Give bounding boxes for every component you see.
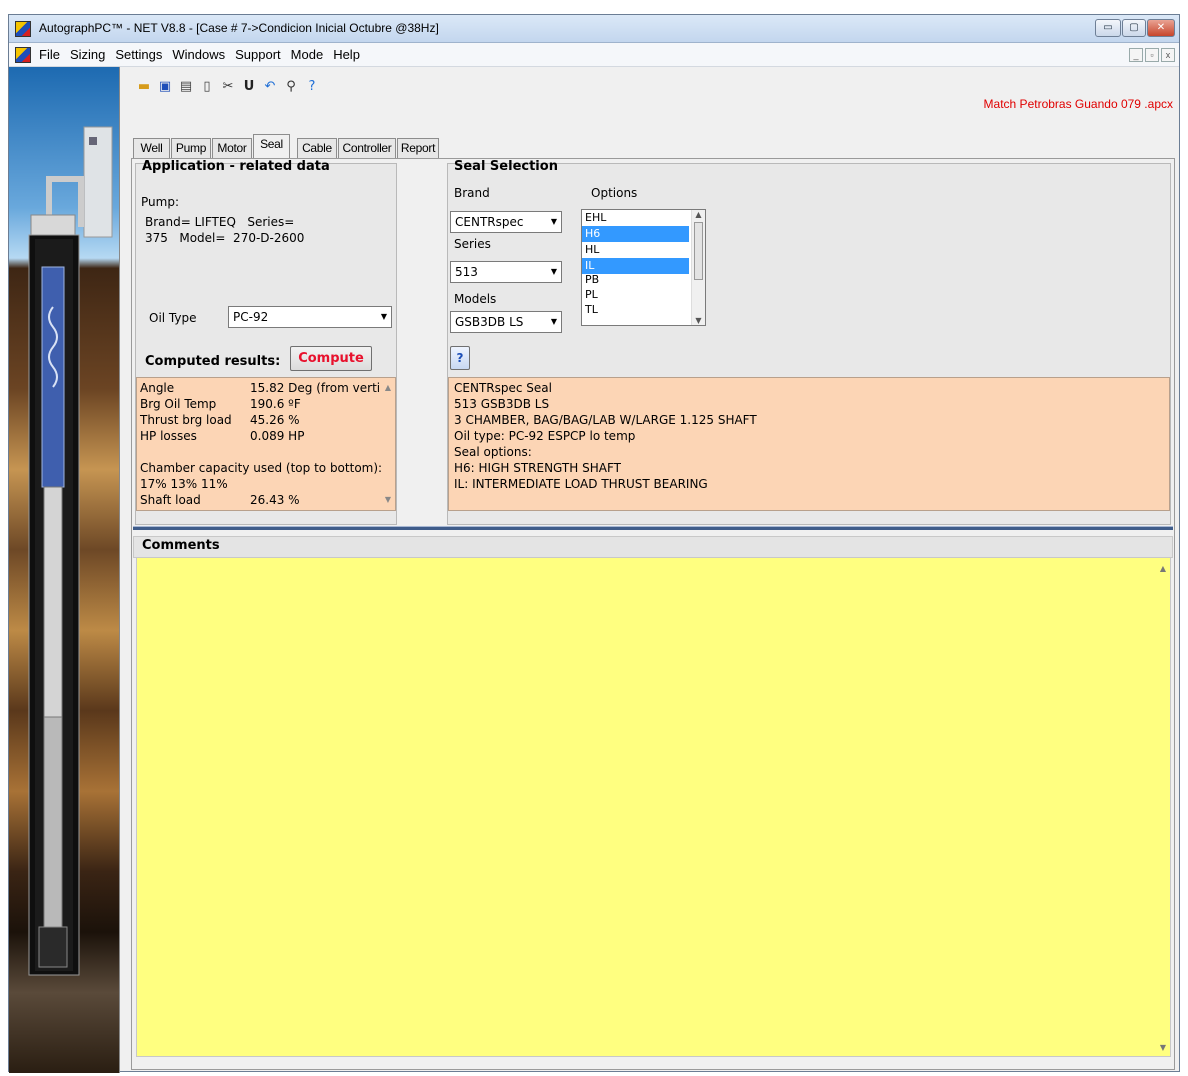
menu-help[interactable]: Help	[333, 43, 360, 67]
comments-scrollbar[interactable]: ▲ ▼	[1156, 558, 1170, 1056]
toolbar: ▬ ▣ ▤ ▯ ✂ U ↶ ⚲?	[136, 79, 325, 101]
menu-mode[interactable]: Mode	[291, 43, 324, 67]
tools-icon[interactable]: ✂	[220, 79, 236, 95]
series-label: Series	[454, 237, 491, 251]
menu-windows[interactable]: Windows	[172, 43, 225, 67]
save-icon[interactable]: ▣	[157, 79, 173, 95]
description-line: 513 GSB3DB LS	[454, 397, 550, 411]
comments-textarea[interactable]: ▲ ▼	[136, 557, 1171, 1057]
app-window: AutographPC™ - NET V8.8 - [Case # 7->Con…	[8, 14, 1180, 1073]
oil-type-value: PC-92	[233, 310, 269, 324]
window-title: AutographPC™ - NET V8.8 - [Case # 7->Con…	[39, 21, 439, 35]
title-bar[interactable]: AutographPC™ - NET V8.8 - [Case # 7->Con…	[9, 15, 1179, 43]
print-icon[interactable]: ▤	[178, 79, 194, 95]
units-icon[interactable]: U	[241, 79, 257, 95]
compute-button[interactable]: Compute	[290, 346, 372, 371]
tab-cable[interactable]: Cable	[297, 138, 337, 158]
mdi-minimize-button[interactable]: _	[1129, 48, 1143, 62]
pump-model: 375 Model= 270-D-2600	[145, 231, 305, 245]
seal-selection-header: Seal Selection	[454, 159, 558, 174]
tab-pump[interactable]: Pump	[171, 138, 211, 158]
wellbore-illustration	[28, 126, 113, 976]
options-label: Options	[591, 186, 638, 200]
page-icon[interactable]: ▯	[199, 79, 215, 95]
models-select[interactable]: GSB3DB LS ▼	[450, 311, 562, 333]
option-hl[interactable]: HL	[582, 242, 689, 258]
open-folder-icon[interactable]: ▬	[136, 79, 152, 95]
comments-header-bar	[133, 536, 1173, 558]
tab-well[interactable]: Well	[133, 138, 170, 158]
brand-value: CENTRspec	[455, 215, 524, 229]
well-diagram	[9, 67, 120, 1073]
minimize-button[interactable]: ▭	[1095, 19, 1121, 37]
panel-splitter[interactable]	[133, 526, 1173, 530]
description-line: Oil type: PC-92 ESPCP lo temp	[454, 429, 636, 443]
menu-settings[interactable]: Settings	[115, 43, 162, 67]
chevron-down-icon: ▼	[550, 217, 557, 226]
result-row-angle: Angle 15.82 Deg (from verti	[140, 381, 381, 395]
description-line: Seal options:	[454, 445, 532, 459]
series-select[interactable]: 513 ▼	[450, 261, 562, 283]
tab-controller[interactable]: Controller	[338, 138, 396, 158]
chamber-capacity-label: Chamber capacity used (top to bottom):	[140, 461, 383, 475]
file-name-label: Match Petrobras Guando 079 .apcx	[983, 97, 1173, 111]
menu-support[interactable]: Support	[235, 43, 281, 67]
tab-motor[interactable]: Motor	[212, 138, 252, 158]
option-pb[interactable]: PB	[582, 272, 689, 288]
models-label: Models	[454, 292, 497, 306]
series-value: 513	[455, 265, 478, 279]
result-row-shaft-load: Shaft load 26.43 %	[140, 493, 300, 507]
chevron-down-icon: ▼	[550, 317, 557, 326]
option-h6[interactable]: H6	[582, 226, 689, 242]
tab-report[interactable]: Report	[397, 138, 439, 158]
tab-seal[interactable]: Seal	[253, 134, 290, 159]
result-row-thrust-brg-load: Thrust brg load 45.26 %	[140, 413, 300, 427]
wrench-icon[interactable]: ⚲	[283, 79, 299, 95]
seal-options-list[interactable]: EHL H6 HL IL PB PL TL ▲ ▼	[581, 209, 706, 326]
document-icon[interactable]	[15, 47, 31, 63]
models-value: GSB3DB LS	[455, 315, 524, 329]
option-ehl[interactable]: EHL	[582, 210, 689, 226]
menu-bar: File Sizing Settings Windows Support Mode Help…	[9, 43, 1179, 67]
menu-file[interactable]: File	[39, 43, 60, 67]
close-button[interactable]: ✕	[1147, 19, 1175, 37]
computed-results-label: Computed results:	[145, 354, 281, 369]
chevron-down-icon: ▼	[380, 312, 387, 321]
option-tl[interactable]: TL	[582, 302, 689, 318]
option-pl[interactable]: PL	[582, 287, 689, 303]
computed-results-box[interactable]: Angle 15.82 Deg (from verti Brg Oil Temp 1…	[136, 377, 396, 511]
maximize-button[interactable]: ▢	[1122, 19, 1146, 37]
mdi-restore-button[interactable]: ▫	[1145, 48, 1159, 62]
application-header: Application - related data	[142, 159, 330, 174]
menu-sizing[interactable]: Sizing	[70, 43, 105, 67]
result-row-hp-losses: HP losses 0.089 HP	[140, 429, 305, 443]
description-line: IL: INTERMEDIATE LOAD THRUST BEARING	[454, 477, 708, 491]
brand-select[interactable]: CENTRspec ▼	[450, 211, 562, 233]
chamber-capacity-values: 17% 13% 11%	[140, 477, 228, 491]
help-icon[interactable]: ?	[304, 79, 320, 95]
undo-icon[interactable]: ↶	[262, 79, 278, 95]
description-line: 3 CHAMBER, BAG/BAG/LAB W/LARGE 1.125 SHA…	[454, 413, 757, 427]
comments-label: Comments	[142, 538, 220, 553]
oil-type-select[interactable]: PC-92 ▼	[228, 306, 392, 328]
pump-label: Pump:	[141, 195, 179, 209]
seal-help-button[interactable]: ?	[450, 346, 470, 370]
description-line: CENTRspec Seal	[454, 381, 552, 395]
mdi-close-button[interactable]: x	[1161, 48, 1175, 62]
app-logo-icon	[15, 21, 31, 37]
description-line: H6: HIGH STRENGTH SHAFT	[454, 461, 621, 475]
result-row-brg-oil-temp: Brg Oil Temp 190.6 ºF	[140, 397, 301, 411]
chevron-down-icon: ▼	[550, 267, 557, 276]
results-scrollbar[interactable]: ▲ ▼	[381, 378, 395, 510]
seal-description-box[interactable]: CENTRspec Seal 513 GSB3DB LS 3 CHAMBER, …	[448, 377, 1170, 511]
options-scrollbar[interactable]: ▲ ▼	[691, 210, 705, 325]
pump-brand-series: Brand= LIFTEQ Series=	[145, 215, 295, 229]
oil-type-label: Oil Type	[149, 311, 197, 325]
brand-label: Brand	[454, 186, 490, 200]
